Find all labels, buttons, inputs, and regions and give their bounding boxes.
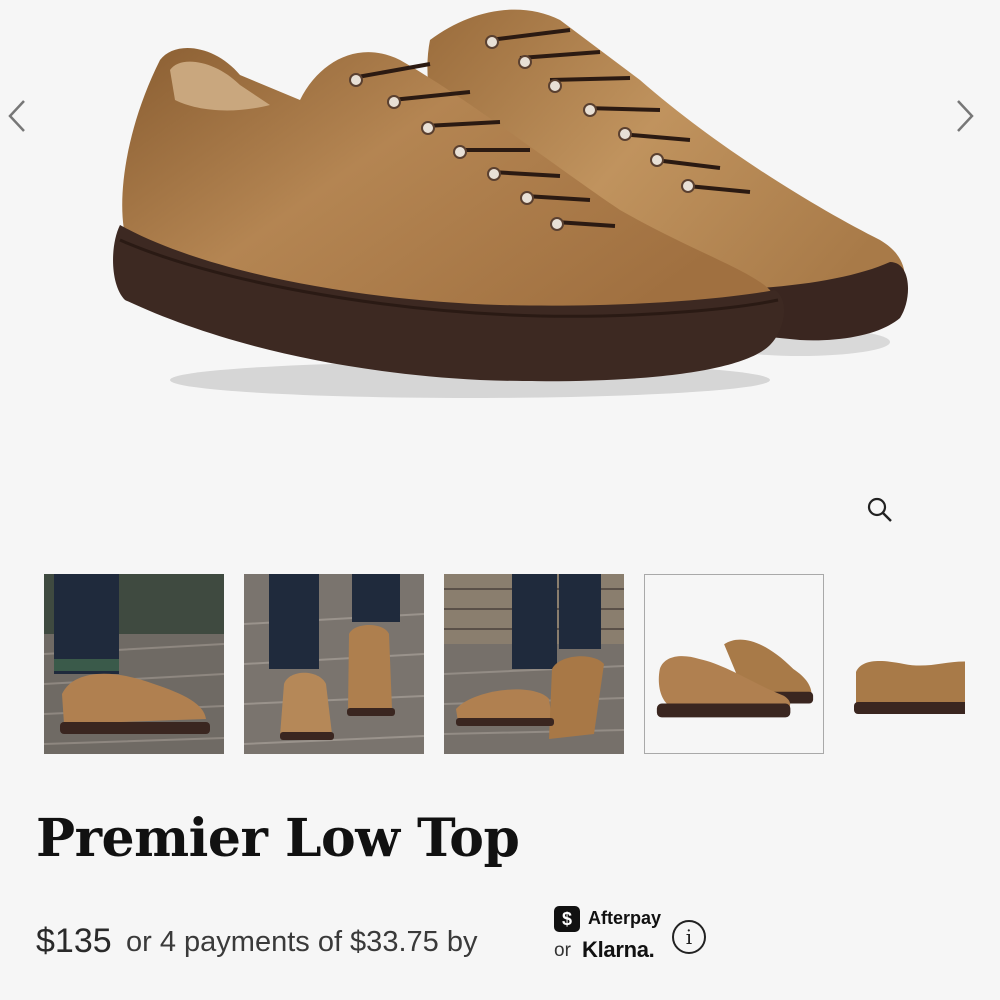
thumbnail-lifestyle-front-view[interactable] <box>244 574 424 754</box>
thumbnail-strip <box>44 574 965 754</box>
or-label: or <box>554 940 571 961</box>
previous-image-button[interactable] <box>6 98 46 138</box>
klarna-label: Klarna. <box>582 937 655 962</box>
product-price: $135 <box>36 922 112 960</box>
main-product-image <box>113 9 909 398</box>
afterpay-label: Afterpay <box>588 908 662 928</box>
payment-providers: $ Afterpay or Klarna. <box>554 904 674 964</box>
thumbnail-lifestyle-angled-view[interactable] <box>444 574 624 754</box>
chevron-left-icon <box>8 100 25 132</box>
thumbnail-image <box>244 574 424 754</box>
product-image-gallery <box>0 0 1000 560</box>
thumbnail-image <box>645 575 823 753</box>
thumbnail-image <box>844 574 965 754</box>
chevron-right-icon <box>957 100 974 132</box>
info-glyph: i <box>685 925 693 949</box>
thumbnail-product-pair-view[interactable] <box>644 574 824 754</box>
price-row: $135 or 4 payments of $33.75 by $ Afterp… <box>36 906 736 968</box>
magnifier-icon <box>867 497 892 522</box>
info-icon[interactable]: i <box>672 920 706 954</box>
thumbnail-product-side-view[interactable] <box>844 574 965 754</box>
thumbnail-lifestyle-side-view[interactable] <box>44 574 224 754</box>
next-image-button[interactable] <box>954 98 994 138</box>
thumbnail-image <box>444 574 624 754</box>
product-title: Premier Low Top <box>36 808 520 869</box>
installments-text: or 4 payments of $33.75 by <box>126 926 478 958</box>
afterpay-icon: $ <box>554 906 580 932</box>
thumbnail-image <box>44 574 224 754</box>
zoom-button[interactable] <box>866 496 908 538</box>
